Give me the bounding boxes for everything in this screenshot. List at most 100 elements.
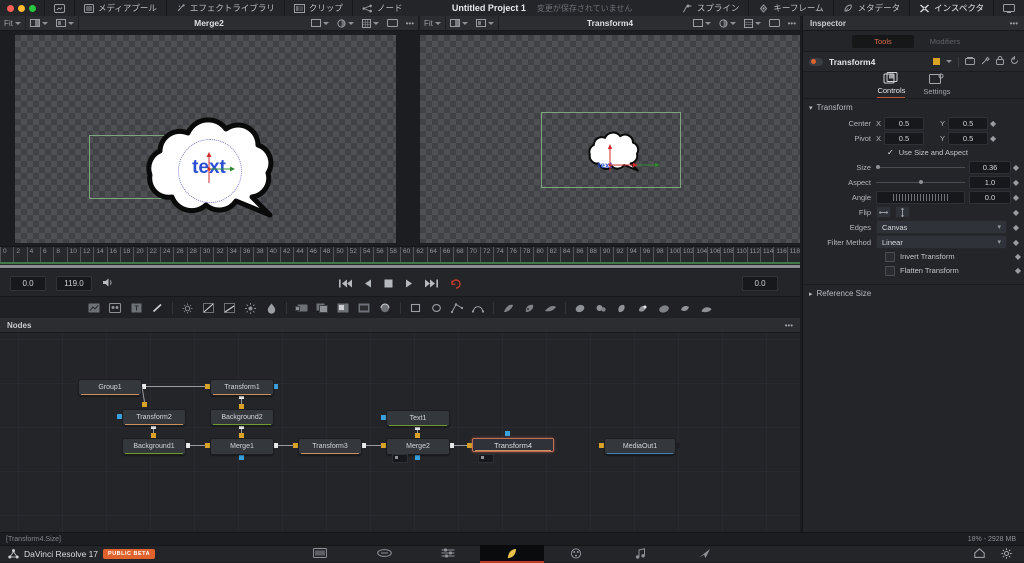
- timeline-ruler[interactable]: 0 2 4 6 8 10 12 14 16 18 20 22 24 26 28 30 32 34 36 38 40 42 4…: [0, 246, 800, 269]
- lock-icon[interactable]: [996, 55, 1004, 67]
- viewer-left-canvas[interactable]: text: [0, 31, 418, 247]
- field-flatten-transform[interactable]: Flatten Transform ◆: [803, 264, 1024, 277]
- keyframe-button[interactable]: ◆: [1011, 238, 1021, 247]
- tool-3d-merge-icon[interactable]: [654, 297, 675, 319]
- reset-icon[interactable]: [1010, 56, 1019, 67]
- tool-mediain-icon[interactable]: [105, 297, 126, 319]
- field-use-size-and-aspect[interactable]: ✓ Use Size and Aspect: [803, 146, 1024, 159]
- viewer-right-channel-control[interactable]: [689, 16, 715, 30]
- close-window-icon[interactable]: [7, 4, 14, 12]
- center-x-input[interactable]: 0.5: [884, 116, 925, 130]
- page-button-fairlight[interactable]: [608, 545, 672, 561]
- viewer-left-split-control[interactable]: [26, 16, 52, 30]
- tool-polygon-mask-icon[interactable]: [447, 297, 468, 319]
- play-button[interactable]: [405, 279, 413, 288]
- node-background1[interactable]: Background1: [122, 438, 186, 455]
- panel-toggle-spline[interactable]: スプライン: [673, 0, 749, 16]
- transform-gizmo[interactable]: [595, 143, 661, 175]
- tool-merge-icon[interactable]: [291, 297, 312, 319]
- node-text1[interactable]: Text1: [386, 410, 450, 427]
- home-icon[interactable]: [974, 548, 985, 560]
- node-group1[interactable]: Group1: [78, 379, 142, 396]
- node-mask-port[interactable]: [505, 431, 510, 436]
- pipette-icon[interactable]: [981, 56, 990, 67]
- node-background2[interactable]: Background2: [210, 409, 274, 426]
- node-mediaout1[interactable]: MediaOut1: [604, 438, 676, 455]
- menu-item-effects-library[interactable]: エフェクトライブラリ: [167, 0, 284, 16]
- window-controls[interactable]: [0, 4, 44, 12]
- panel-toggle-inspector[interactable]: インスペクタ: [910, 0, 993, 16]
- tool-3d-camera-icon[interactable]: [633, 297, 654, 319]
- keyframe-button[interactable]: ◆: [1011, 163, 1021, 172]
- aspect-input[interactable]: 1.0: [969, 175, 1011, 189]
- viewer-left-channel-control[interactable]: [307, 16, 333, 30]
- keyframe-button[interactable]: ◆: [988, 134, 998, 143]
- viewer-right-canvas[interactable]: text: [420, 31, 800, 247]
- size-input[interactable]: 0.36: [969, 160, 1011, 174]
- tool-3d-text-icon[interactable]: [675, 297, 696, 319]
- tab-modifiers[interactable]: Modifiers: [914, 35, 976, 48]
- invert-transform-checkbox[interactable]: [885, 251, 895, 262]
- chevron-down-icon[interactable]: [946, 60, 952, 63]
- page-button-deliver[interactable]: [672, 545, 736, 561]
- tool-rectangle-mask-icon[interactable]: [405, 297, 426, 319]
- keyframe-button[interactable]: ◆: [1011, 178, 1021, 187]
- flatten-transform-checkbox[interactable]: [885, 265, 895, 276]
- settings-icon[interactable]: [1001, 547, 1012, 561]
- viewer-right-lut-control[interactable]: [472, 16, 498, 30]
- color-swatch-icon[interactable]: [933, 58, 940, 65]
- edges-select[interactable]: Canvas ▾: [876, 220, 1007, 234]
- node-transform1[interactable]: Transform1: [210, 379, 274, 396]
- node-input-port[interactable]: [142, 402, 147, 407]
- tool-camera-tracker-icon[interactable]: [540, 297, 561, 319]
- tool-particle-render-icon[interactable]: [591, 297, 612, 319]
- keyframe-button[interactable]: ◆: [1011, 193, 1021, 202]
- first-frame-button[interactable]: [338, 279, 352, 288]
- field-invert-transform[interactable]: Invert Transform ◆: [803, 250, 1024, 263]
- home-button[interactable]: [45, 0, 74, 16]
- keyframe-button[interactable]: ◆: [1013, 252, 1024, 261]
- tool-dissolve-icon[interactable]: [312, 297, 333, 319]
- tool-tracker-icon[interactable]: [498, 297, 519, 319]
- tool-enable-toggle[interactable]: [809, 57, 823, 66]
- node-mask-port[interactable]: [415, 455, 420, 460]
- pivot-y-input[interactable]: 0.5: [948, 131, 989, 145]
- viewer-right-fullscreen-button[interactable]: [765, 16, 784, 30]
- size-slider[interactable]: [876, 162, 965, 173]
- tool-renderer3d-icon[interactable]: [696, 297, 717, 319]
- viewer-left-color-control[interactable]: [333, 16, 358, 30]
- transform-gizmo[interactable]: [190, 149, 236, 189]
- filter-method-select[interactable]: Linear ▾: [876, 235, 1007, 249]
- viewer-left-lut-control[interactable]: [52, 16, 78, 30]
- keyframe-button[interactable]: ◆: [1011, 223, 1021, 232]
- viewer-left-fullscreen-button[interactable]: [383, 16, 402, 30]
- tool-3d-shape-icon[interactable]: [612, 297, 633, 319]
- node-mask-port[interactable]: [239, 455, 244, 460]
- tool-paint-icon[interactable]: [147, 297, 168, 319]
- maximize-window-icon[interactable]: [29, 4, 36, 12]
- viewer-right-options-button[interactable]: •••: [784, 16, 800, 30]
- keyframe-button[interactable]: ◆: [1011, 208, 1021, 217]
- sub-tab-settings[interactable]: Settings: [923, 73, 951, 98]
- pivot-x-input[interactable]: 0.5: [884, 131, 925, 145]
- angle-input[interactable]: 0.0: [969, 190, 1011, 204]
- tool-colorcurves-icon[interactable]: [198, 297, 219, 319]
- keyframe-button[interactable]: ◆: [988, 119, 998, 128]
- page-button-media[interactable]: [288, 545, 352, 561]
- tool-blur-icon[interactable]: [261, 297, 282, 319]
- display-settings-icon[interactable]: [994, 0, 1024, 16]
- node-graph-canvas[interactable]: Group1 Transform1 Transform2 Background2 Tex…: [0, 333, 800, 533]
- stop-button[interactable]: [384, 279, 393, 288]
- page-button-color[interactable]: [544, 545, 608, 561]
- inspector-options-button[interactable]: •••: [1010, 19, 1018, 28]
- tool-resize-icon[interactable]: [375, 297, 396, 319]
- sub-tab-controls[interactable]: Controls: [877, 72, 906, 98]
- viewer-right-grid-control[interactable]: [740, 16, 765, 30]
- menu-item-clip[interactable]: クリップ: [285, 0, 352, 16]
- node-transform4[interactable]: Transform4: [472, 438, 554, 452]
- tool-colorgain-icon[interactable]: [219, 297, 240, 319]
- viewer-right-fit-control[interactable]: Fit: [420, 16, 445, 30]
- node-transform3[interactable]: Transform3: [298, 438, 362, 455]
- viewer-right-color-control[interactable]: [715, 16, 740, 30]
- aspect-slider[interactable]: [876, 177, 965, 188]
